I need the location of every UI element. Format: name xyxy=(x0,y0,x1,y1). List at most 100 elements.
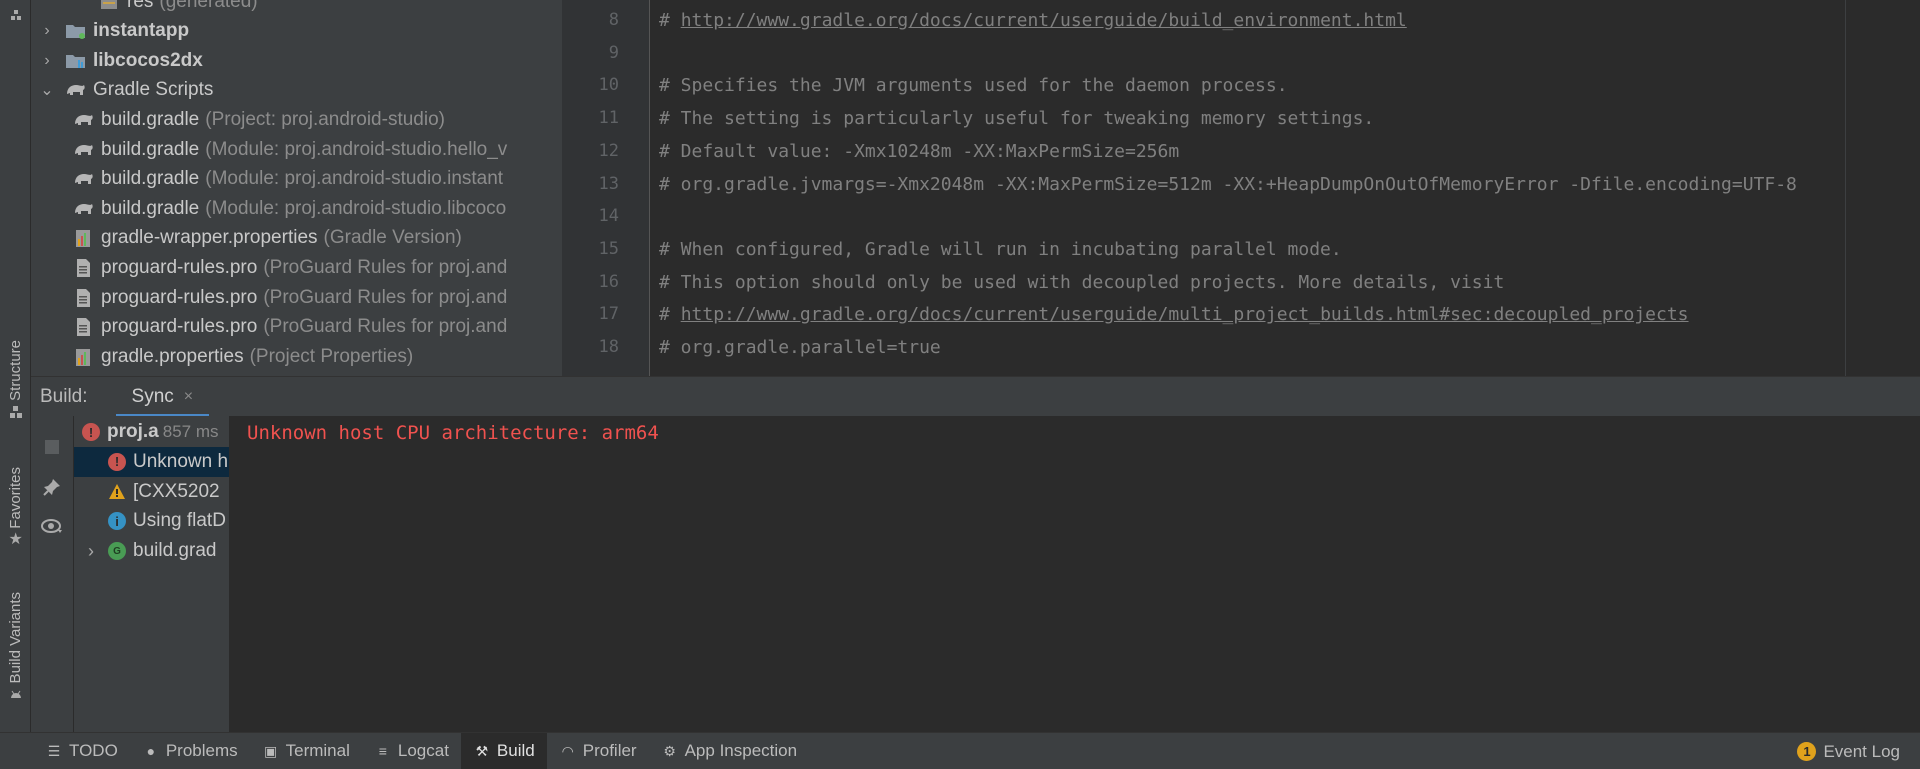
code-text: # org.gradle.jvmargs=-Xmx2048m -XX:MaxPe… xyxy=(659,173,1797,195)
tab-terminal[interactable]: ▣ Terminal xyxy=(250,733,362,769)
bottom-tab-label: Logcat xyxy=(397,741,449,760)
info-icon: i xyxy=(108,512,126,531)
project-tree-item[interactable]: ⌄ Gradle Scripts xyxy=(31,76,213,105)
project-tree-item-name: build.gradle xyxy=(101,168,200,190)
inspection-icon: ⚙ xyxy=(663,742,676,759)
project-tree-item[interactable]: build.gradle (Module: proj.android-studio… xyxy=(73,194,506,223)
bottom-tab-label: Profiler xyxy=(582,741,637,760)
library-folder-icon xyxy=(65,51,87,71)
chevron-right-icon[interactable]: › xyxy=(35,22,59,40)
build-output-console[interactable]: Unknown host CPU architecture: arm64 xyxy=(229,416,1920,732)
project-tree-item-name: build.gradle xyxy=(101,138,200,160)
project-tree-item-name: gradle.properties xyxy=(101,345,244,367)
pin-icon xyxy=(43,479,60,496)
project-tree-item-hint: (generated) xyxy=(159,0,258,12)
bottom-tab-label: TODO xyxy=(69,741,118,760)
code-line: # This option should only be used with d… xyxy=(659,272,1504,293)
pin-button[interactable] xyxy=(41,476,63,498)
star-icon: ★ xyxy=(8,530,23,548)
properties-icon xyxy=(73,347,95,367)
tab-problems[interactable]: ● Problems xyxy=(130,733,250,769)
structure-icon xyxy=(9,405,22,418)
tool-tab-structure[interactable]: Structure xyxy=(0,340,31,419)
error-icon: ! xyxy=(82,423,100,441)
tool-tab-favorites[interactable]: Favorites ★ xyxy=(0,467,31,547)
code-line: # org.gradle.jvmargs=-Xmx2048m -XX:MaxPe… xyxy=(659,174,1797,195)
event-count-badge: 1 xyxy=(1797,742,1817,761)
tab-sync[interactable]: Sync × xyxy=(115,377,210,417)
code-editor[interactable]: 8 9 10 11 12 13 14 15 16 17 18 # http://www.gradle… xyxy=(562,0,1920,376)
project-tree-item[interactable]: build.gradle (Module: proj.android-studio… xyxy=(73,135,507,164)
project-tree-item-hint: (Module: proj.android-studio.libcoco xyxy=(205,197,507,219)
project-tree-item-hint: (Gradle Version) xyxy=(323,227,462,249)
line-number: 18 xyxy=(598,337,619,357)
code-line: # org.gradle.parallel=true xyxy=(659,337,941,358)
build-tree-item[interactable]: › Gbuild.grad xyxy=(74,536,229,566)
project-tree-item-name: build.gradle xyxy=(101,108,200,130)
project-tree-item-hint: (Project Properties) xyxy=(249,345,414,367)
build-tree-item[interactable]: ! proj.a 857 ms xyxy=(74,417,229,447)
project-tree-item-hint: (ProGuard Rules for proj.and xyxy=(263,256,508,278)
tool-tab-favorites-label: Favorites xyxy=(7,467,24,529)
gradle-task-icon: G xyxy=(108,542,126,561)
close-icon[interactable]: × xyxy=(184,388,193,406)
tool-tab-build-variants[interactable]: Build Variants xyxy=(0,592,31,701)
chevron-down-icon[interactable]: ⌄ xyxy=(35,80,59,100)
build-tree-item[interactable]: i Using flatD xyxy=(74,506,229,536)
build-duration: 857 ms xyxy=(162,422,219,441)
left-tool-stripe: Structure Favorites ★ Build Variants xyxy=(0,0,31,732)
project-tree-item-name: instantapp xyxy=(93,20,190,42)
project-tree-item[interactable]: proguard-rules.pro (ProGuard Rules for pr… xyxy=(73,283,507,312)
project-tree-item[interactable]: res (generated) xyxy=(99,0,258,16)
tab-app-inspection[interactable]: ⚙ App Inspection xyxy=(649,733,809,769)
build-tree-item[interactable]: ! Unknown h xyxy=(74,446,229,477)
bottom-tool-stripe: ☰ TODO ● Problems ▣ Terminal ≡ Logcat ⚒ Build ◠ Pro… xyxy=(0,732,1920,769)
project-tree-item[interactable]: proguard-rules.pro (ProGuard Rules for pr… xyxy=(73,313,507,342)
line-number: 12 xyxy=(598,140,619,161)
code-line: # The setting is particularly useful for… xyxy=(659,108,1374,129)
project-tree-item-hint: (ProGuard Rules for proj.and xyxy=(263,316,508,338)
gradle-icon xyxy=(65,80,87,100)
project-tree-item[interactable]: › libcocos2dx xyxy=(31,46,203,75)
project-tree-item[interactable]: › instantapp xyxy=(31,17,189,46)
line-number: 9 xyxy=(608,42,619,63)
project-tree-item[interactable]: gradle-wrapper.properties (Gradle Version… xyxy=(73,224,462,253)
build-tool-window-header: Build: Sync × xyxy=(31,376,1920,417)
chevron-right-icon[interactable]: › xyxy=(35,52,59,70)
project-tree-item-hint: (Module: proj.android-studio.hello_v xyxy=(205,138,508,160)
project-tree-item-hint: (ProGuard Rules for proj.and xyxy=(263,286,508,308)
build-tree-item-text: Unknown h xyxy=(133,450,229,472)
hammer-icon: ⚒ xyxy=(475,742,489,759)
comment-prefix: # xyxy=(659,304,681,326)
stop-icon xyxy=(45,440,59,454)
bottom-tab-label: App Inspection xyxy=(684,741,798,760)
project-tree-item-name: proguard-rules.pro xyxy=(101,286,258,308)
text-file-icon xyxy=(73,288,95,308)
build-tree-item-text: [CXX5202 xyxy=(133,480,220,502)
project-tree-item[interactable]: proguard-rules.pro (ProGuard Rules for pr… xyxy=(73,253,507,282)
stop-button[interactable] xyxy=(41,436,63,458)
view-options-button[interactable] xyxy=(41,515,63,537)
build-tree-item[interactable]: [CXX5202 xyxy=(74,477,229,507)
code-text: # Default value: -Xmx10248m -XX:MaxPermS… xyxy=(659,140,1180,162)
tab-build[interactable]: ⚒ Build xyxy=(460,732,547,769)
event-log-button[interactable]: 1 Event Log xyxy=(1797,733,1900,769)
project-tree-item[interactable]: gradle.properties (Project Properties) xyxy=(73,342,413,371)
tool-tab-project-top[interactable] xyxy=(0,0,31,30)
gradle-icon xyxy=(73,110,95,130)
project-tree-item[interactable]: build.gradle (Module: proj.android-studio… xyxy=(73,165,503,194)
code-link[interactable]: http://www.gradle.org/docs/current/userg… xyxy=(681,10,1407,31)
code-link[interactable]: http://www.gradle.org/docs/current/userg… xyxy=(681,304,1689,325)
tab-logcat[interactable]: ≡ Logcat xyxy=(362,733,461,769)
line-number: 13 xyxy=(598,173,619,194)
text-file-icon xyxy=(73,317,95,337)
gradle-icon xyxy=(73,199,95,219)
project-tree-item[interactable]: build.gradle (Project: proj.android-studi… xyxy=(73,105,445,134)
tab-todo[interactable]: ☰ TODO xyxy=(33,733,130,769)
chevron-right-icon[interactable]: › xyxy=(74,541,108,562)
code-text: # Specifies the JVM arguments used for t… xyxy=(659,75,1288,97)
tab-profiler[interactable]: ◠ Profiler xyxy=(547,733,649,769)
tool-tab-structure-label: Structure xyxy=(7,340,24,401)
terminal-icon: ▣ xyxy=(264,742,278,759)
project-tree-panel: res (generated) › instantapp › libcocos2dx ⌄ Gr… xyxy=(31,0,562,376)
